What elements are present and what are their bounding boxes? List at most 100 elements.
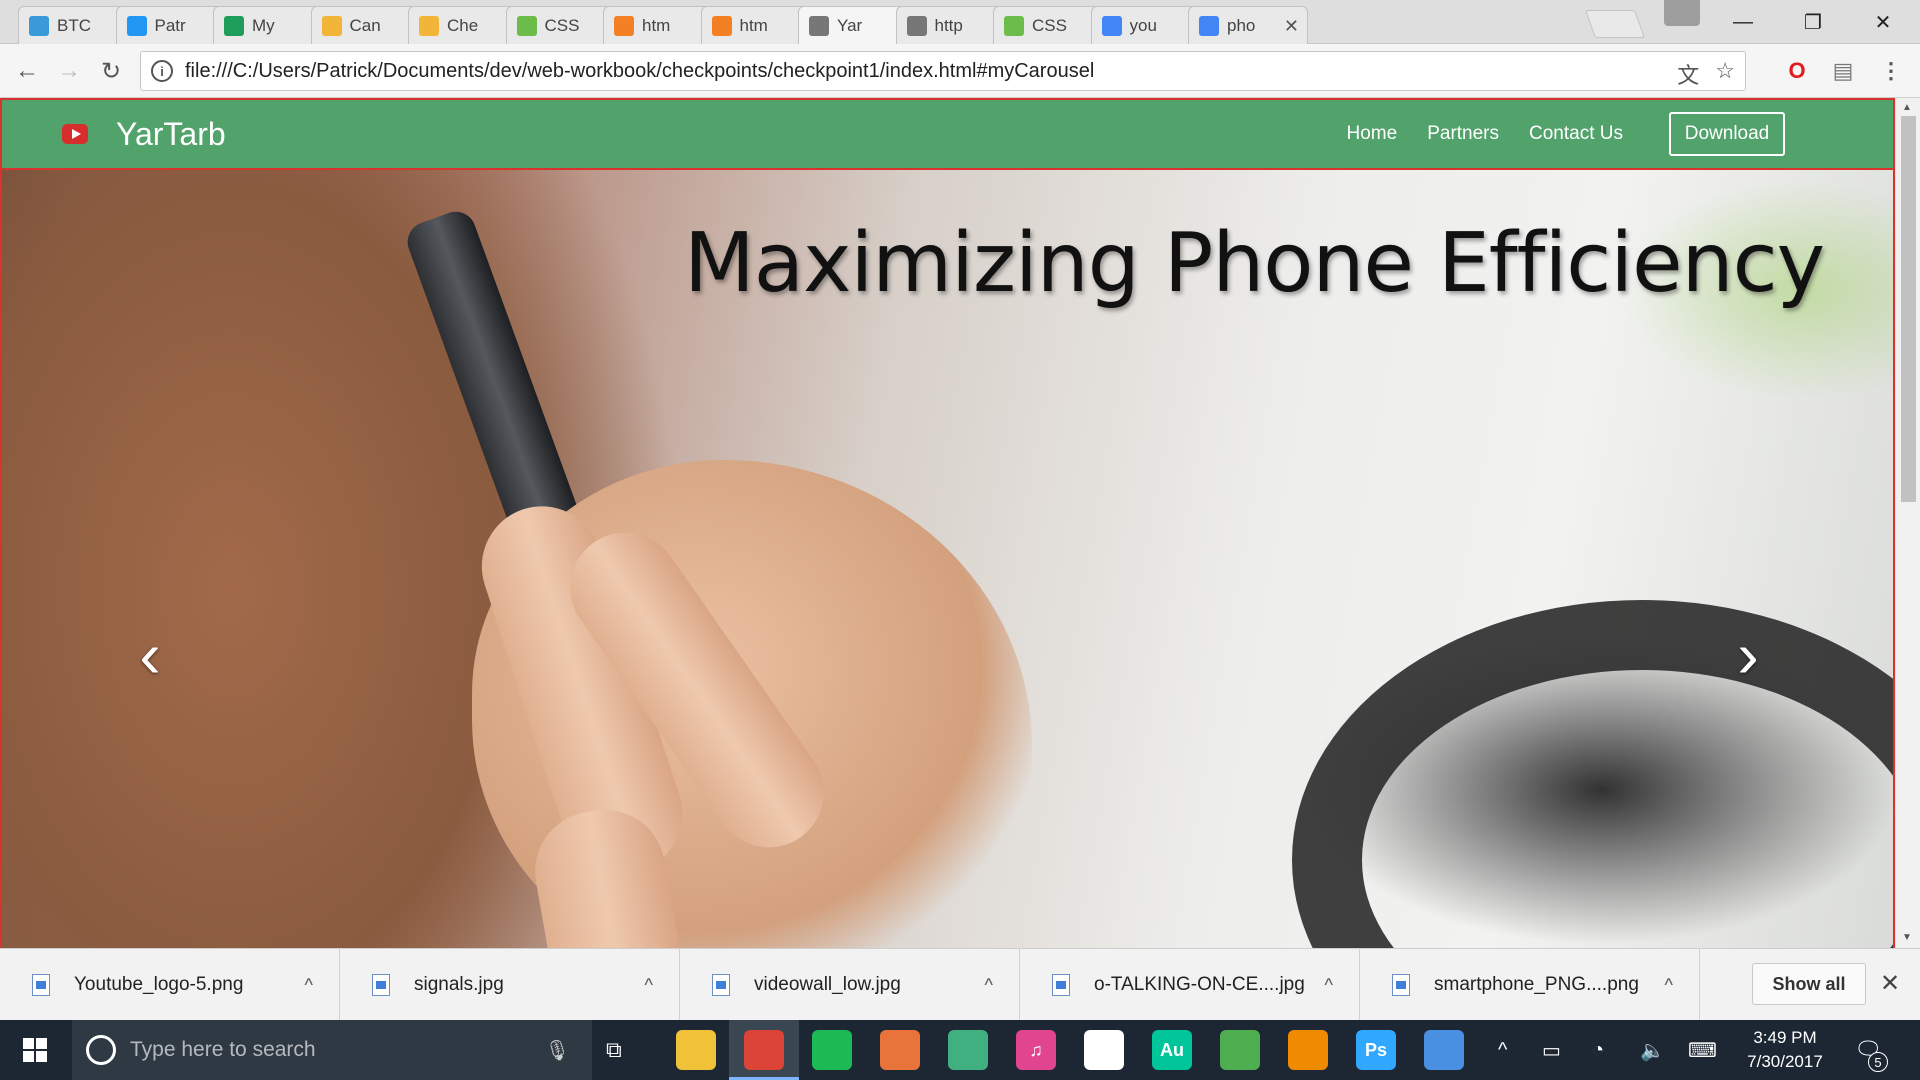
- translate-icon[interactable]: 文: [1677, 58, 1699, 90]
- chrome-icon[interactable]: [744, 1030, 784, 1070]
- chevron-up-icon[interactable]: ^: [1325, 975, 1333, 996]
- scrollbar-thumb[interactable]: [1901, 116, 1916, 502]
- chevron-up-icon[interactable]: ^: [985, 975, 993, 996]
- show-hidden-icons-icon[interactable]: ^: [1498, 1020, 1507, 1080]
- tab-title: Che: [447, 15, 479, 35]
- chrome-menu-icon[interactable]: ⋮: [1874, 54, 1908, 88]
- minimize-button[interactable]: —: [1708, 0, 1778, 44]
- browser-tab[interactable]: pho ✕: [1188, 6, 1308, 44]
- spotify-icon[interactable]: [812, 1030, 852, 1070]
- chevron-up-icon[interactable]: ^: [1665, 975, 1673, 996]
- scroll-down-icon[interactable]: ▼: [1902, 932, 1912, 943]
- image-file-icon: [1052, 974, 1070, 996]
- windows-logo-icon: [23, 1038, 47, 1062]
- opera-extension-icon[interactable]: O: [1780, 54, 1814, 88]
- image-file-icon: [712, 974, 730, 996]
- download-filename[interactable]: videowall_low.jpg: [754, 974, 985, 996]
- nav-contact-link[interactable]: Contact Us: [1529, 123, 1623, 145]
- tab-title: pho: [1227, 15, 1256, 35]
- tab-close-icon[interactable]: ✕: [1284, 17, 1299, 35]
- tab-title: Patr: [154, 15, 186, 35]
- maps-icon[interactable]: [1220, 1030, 1260, 1070]
- file-explorer-icon[interactable]: [676, 1030, 716, 1070]
- nav-partners-link[interactable]: Partners: [1427, 123, 1499, 145]
- cloud-icon: [29, 15, 49, 36]
- stackoverflow-icon: [614, 15, 634, 36]
- wifi-icon[interactable]: ◔: [1592, 1020, 1604, 1080]
- notification-count-badge: 5: [1868, 1052, 1888, 1072]
- bookmark-icon: [126, 15, 147, 36]
- hero-carousel: Maximizing Phone Efficiency ‹ ›: [0, 170, 1895, 948]
- browser-window: BTC✕Patr✕My✕Can✕Che✕CSS✕htm✕htm✕Yar✕http…: [0, 0, 1920, 1080]
- tab-strip: BTC✕Patr✕My✕Can✕Che✕CSS✕htm✕htm✕Yar✕http…: [0, 0, 1920, 45]
- tab-title: Can: [349, 15, 381, 35]
- close-window-button[interactable]: ✕: [1848, 0, 1918, 44]
- clock-date: 7/30/2017: [1747, 1052, 1823, 1071]
- reader-extension-icon[interactable]: ▤: [1826, 54, 1860, 88]
- photos-icon[interactable]: [1084, 1030, 1124, 1070]
- tab-title: CSS: [544, 15, 580, 35]
- back-button[interactable]: ←: [10, 54, 44, 88]
- git-icon[interactable]: [880, 1030, 920, 1070]
- download-button[interactable]: Download: [1669, 112, 1785, 156]
- address-bar[interactable]: i file:///C:/Users/Patrick/Documents/dev…: [140, 51, 1746, 91]
- image-viewer-icon[interactable]: [1424, 1030, 1464, 1070]
- new-tab-button[interactable]: [1584, 10, 1646, 38]
- search-placeholder[interactable]: Type here to search: [130, 1038, 545, 1062]
- bookmark-star-icon[interactable]: ☆: [1715, 58, 1735, 90]
- tab-title: you: [1129, 15, 1157, 35]
- reload-button[interactable]: ↻: [94, 54, 128, 88]
- steering-wheel-image: [1292, 600, 1893, 948]
- hero-title: Maximizing Phone Efficiency: [684, 216, 1825, 311]
- atom-icon[interactable]: [948, 1030, 988, 1070]
- url-text[interactable]: file:///C:/Users/Patrick/Documents/dev/w…: [185, 60, 1094, 83]
- show-all-downloads-button[interactable]: Show all: [1752, 963, 1866, 1005]
- cortana-icon[interactable]: [86, 1035, 116, 1065]
- download-item[interactable]: o-TALKING-ON-CE....jpg ^: [1020, 949, 1360, 1021]
- chevron-right-icon: ›: [1737, 619, 1759, 691]
- sheets-icon: [224, 15, 244, 36]
- info-icon[interactable]: i: [151, 60, 173, 82]
- taskbar-clock[interactable]: 3:49 PM 7/30/2017: [1735, 1026, 1835, 1074]
- nav-home-link[interactable]: Home: [1347, 123, 1398, 145]
- scroll-up-icon[interactable]: ▲: [1902, 102, 1912, 113]
- vlc-icon[interactable]: [1288, 1030, 1328, 1070]
- chevron-up-icon[interactable]: ^: [645, 975, 653, 996]
- page-icon: [809, 16, 829, 36]
- download-item[interactable]: smartphone_PNG....png ^: [1360, 949, 1700, 1021]
- photoshop-icon[interactable]: Ps: [1356, 1030, 1396, 1070]
- download-filename[interactable]: signals.jpg: [414, 974, 645, 996]
- download-item[interactable]: signals.jpg ^: [340, 949, 680, 1021]
- carousel-prev-button[interactable]: ‹: [120, 619, 180, 691]
- start-button[interactable]: [0, 1020, 70, 1080]
- audition-icon[interactable]: Au: [1152, 1030, 1192, 1070]
- download-filename[interactable]: smartphone_PNG....png: [1434, 974, 1665, 996]
- volume-icon[interactable]: 🔈: [1640, 1020, 1665, 1080]
- itunes-icon[interactable]: ♫: [1016, 1030, 1056, 1070]
- page-scrollbar[interactable]: ▲ ▼: [1895, 98, 1920, 948]
- task-view-icon[interactable]: ⧉: [606, 1020, 622, 1080]
- close-downloads-bar-icon[interactable]: ✕: [1880, 969, 1900, 998]
- carousel-next-button[interactable]: ›: [1718, 619, 1778, 691]
- chevron-up-icon[interactable]: ^: [305, 975, 313, 996]
- download-item[interactable]: videowall_low.jpg ^: [680, 949, 1020, 1021]
- tab-title: BTC: [57, 15, 91, 35]
- youtube-logo-icon[interactable]: [62, 124, 88, 144]
- profile-icon[interactable]: [1664, 0, 1700, 26]
- forward-button[interactable]: →: [52, 54, 86, 88]
- download-item[interactable]: Youtube_logo-5.png ^: [0, 949, 340, 1021]
- page-viewport: YarTarb Home Partners Contact Us Downloa…: [0, 98, 1895, 948]
- battery-icon[interactable]: ▭: [1542, 1020, 1561, 1080]
- keyboard-icon[interactable]: ⌨: [1688, 1020, 1717, 1080]
- nav-links: Home Partners Contact Us Download: [1347, 100, 1785, 168]
- microphone-icon[interactable]: 🎙: [545, 1038, 570, 1063]
- stackoverflow-icon: [711, 15, 732, 36]
- image-file-icon: [32, 974, 50, 996]
- image-file-icon: [1392, 974, 1410, 996]
- download-filename[interactable]: Youtube_logo-5.png: [74, 974, 305, 996]
- taskbar-search[interactable]: Type here to search 🎙: [72, 1020, 592, 1080]
- download-filename[interactable]: o-TALKING-ON-CE....jpg: [1094, 974, 1325, 996]
- restore-button[interactable]: ❐: [1778, 0, 1848, 44]
- brand-name[interactable]: YarTarb: [116, 116, 226, 153]
- site-navbar: YarTarb Home Partners Contact Us Downloa…: [0, 98, 1895, 170]
